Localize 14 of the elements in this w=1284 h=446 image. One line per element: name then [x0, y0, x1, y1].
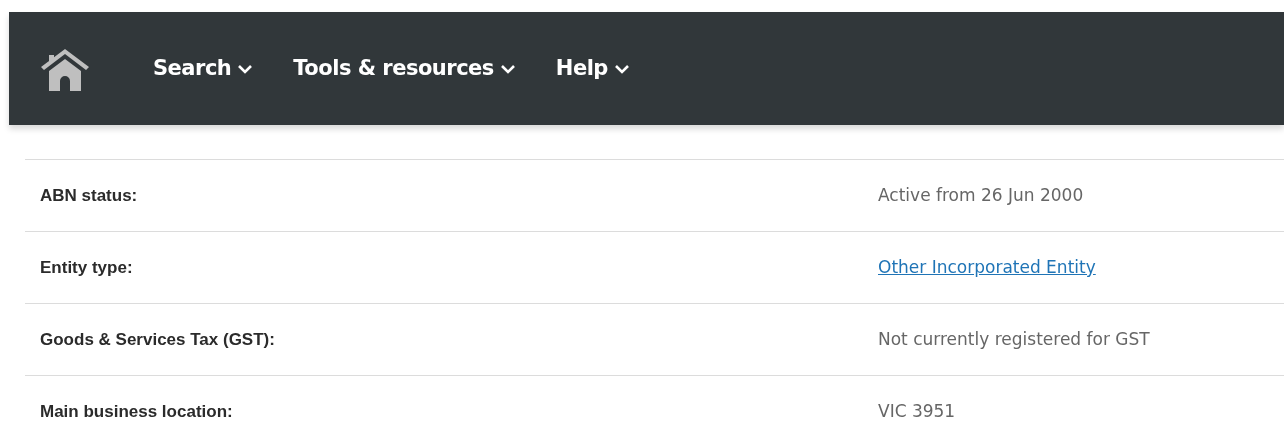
- field-link[interactable]: Other Incorporated Entity: [878, 254, 1096, 281]
- chevron-down-icon: [237, 63, 254, 74]
- field-label: Main business location:: [39, 401, 234, 424]
- field-value: Active from 26 Jun 2000: [878, 183, 1084, 207]
- field-label: ABN status:: [39, 184, 139, 207]
- field-value: VIC 3951: [878, 400, 956, 424]
- nav-menu-button[interactable]: Help: [555, 52, 630, 85]
- field-label: Entity type:: [39, 256, 134, 279]
- field-value: Not currently registered for GST: [878, 327, 1150, 351]
- chevron-down-icon: [613, 63, 630, 74]
- field-label: Goods & Services Tax (GST):: [39, 328, 276, 351]
- nav-menu-button[interactable]: Tools & resources: [293, 52, 516, 85]
- nav-menu-button[interactable]: Search: [153, 52, 254, 85]
- chevron-down-icon: [499, 63, 516, 74]
